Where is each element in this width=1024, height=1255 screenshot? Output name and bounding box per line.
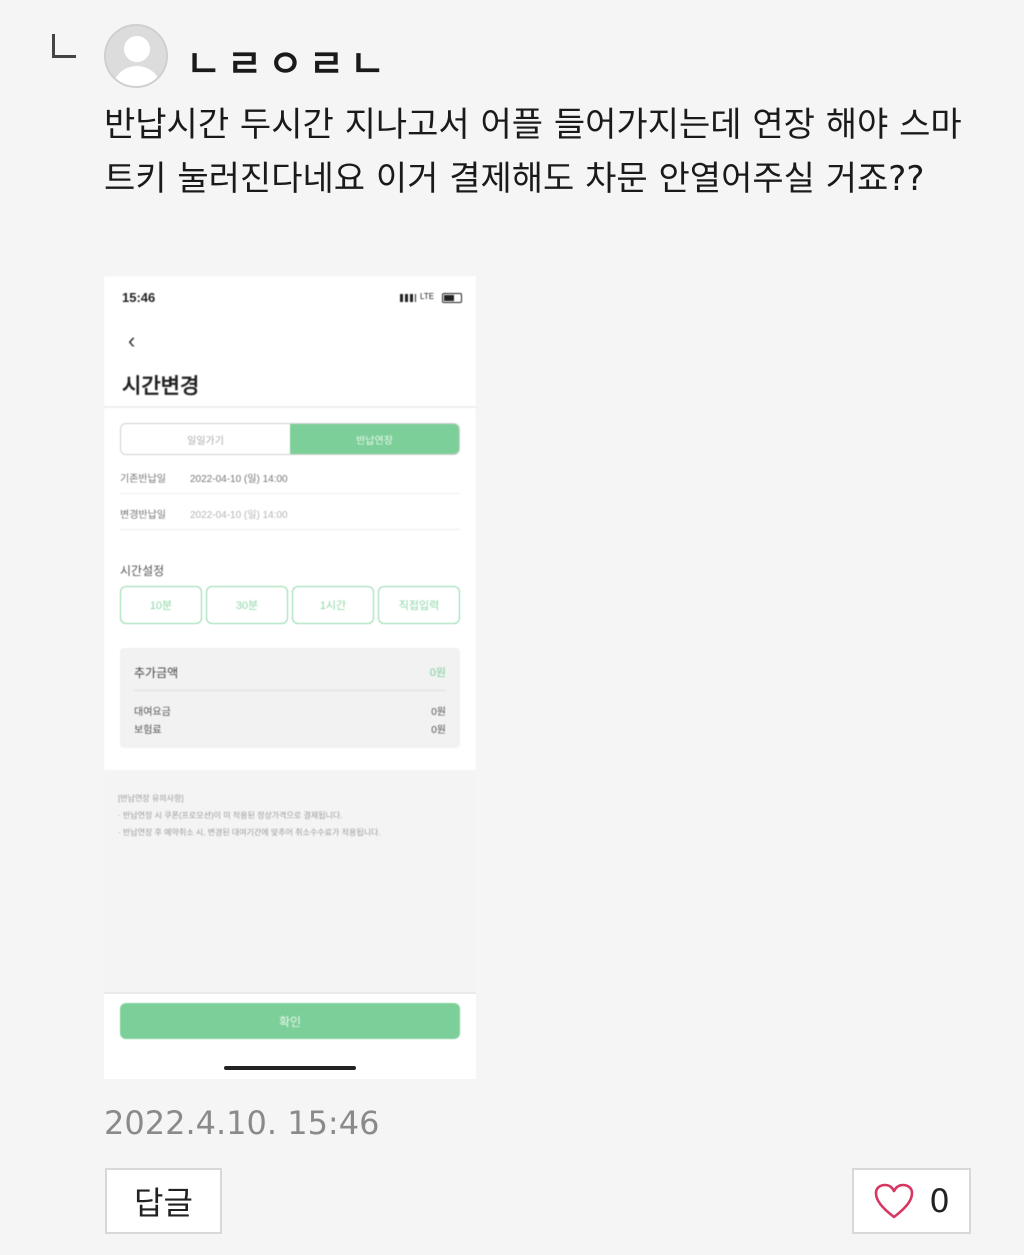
avatar-body-shape bbox=[112, 66, 162, 86]
fee-header-value: 0원 bbox=[429, 667, 446, 679]
time-section-label: 시간설정 bbox=[120, 564, 165, 578]
avatar-head-shape bbox=[124, 36, 150, 62]
fee-divider bbox=[134, 690, 446, 691]
notes-line: · 반납연장 후 예약취소 시, 변경된 대여기간에 맞추어 취소수수료가 적용… bbox=[118, 828, 381, 837]
notes-title: [반납연장 유의사항] bbox=[118, 794, 184, 803]
row-label: 기존반납일 bbox=[120, 474, 166, 485]
comment-timestamp: 2022.4.10. 15:46 bbox=[104, 1104, 380, 1142]
time-option-button: 30분 bbox=[206, 586, 288, 624]
chevron-left-icon: ‹ bbox=[128, 328, 136, 353]
reply-indent-icon bbox=[52, 34, 76, 58]
reply-button[interactable]: 답글 bbox=[105, 1168, 222, 1234]
status-indicators: LTE bbox=[398, 292, 462, 304]
row-value: 2022-04-10 (일) 14:00 bbox=[190, 474, 288, 485]
time-option-button: 1시간 bbox=[292, 586, 374, 624]
like-button[interactable]: 0 bbox=[852, 1168, 971, 1234]
segment-control: 일일가기 반납연장 bbox=[120, 423, 460, 455]
comment-nickname[interactable]: ㄴㄹㅇㄹㄴ bbox=[186, 33, 391, 88]
segment-option: 일일가기 bbox=[121, 424, 290, 454]
time-option-button: 직접입력 bbox=[378, 586, 460, 624]
network-label: LTE bbox=[420, 292, 435, 301]
screenshot-top-card: 15:46 LTE ‹ 시간변경 일일가기 반납연장 기존반납일 2022-04… bbox=[104, 276, 476, 770]
fee-header: 추가금액 bbox=[134, 666, 179, 680]
comment-text: 반납시간 두시간 지나고서 어플 들어가지는데 연장 해야 스마트키 눌러진다네… bbox=[104, 105, 962, 199]
fee-item-value: 0원 bbox=[431, 707, 446, 718]
screen-title: 시간변경 bbox=[122, 375, 200, 398]
divider bbox=[104, 406, 476, 408]
notes: [반납연장 유의사항] · 반납연장 시 쿠폰(프로모션)이 미 적용된 정상가… bbox=[118, 790, 468, 841]
attached-screenshot[interactable]: 15:46 LTE ‹ 시간변경 일일가기 반납연장 기존반납일 2022-04… bbox=[104, 276, 476, 1079]
fee-item-value: 0원 bbox=[431, 725, 446, 736]
time-option-button: 10분 bbox=[120, 586, 202, 624]
row-label: 변경반납일 bbox=[120, 510, 166, 521]
segment-option-selected: 반납연장 bbox=[290, 424, 459, 454]
like-count: 0 bbox=[929, 1182, 950, 1220]
confirm-button: 확인 bbox=[120, 1003, 460, 1039]
row-value: 2022-04-10 (일) 14:00 bbox=[190, 510, 288, 521]
status-time: 15:46 bbox=[122, 290, 156, 305]
heart-icon bbox=[875, 1183, 914, 1219]
signal-icon bbox=[400, 294, 416, 302]
home-indicator bbox=[224, 1066, 356, 1070]
fee-item-label: 대여요금 bbox=[134, 707, 171, 718]
fee-box: 추가금액 0원 대여요금 0원 보험료 0원 bbox=[120, 648, 460, 748]
battery-icon bbox=[442, 293, 462, 303]
screenshot-bottom-card: 확인 bbox=[104, 994, 476, 1079]
info-row: 기존반납일 2022-04-10 (일) 14:00 bbox=[120, 458, 460, 494]
notes-line: · 반납연장 시 쿠폰(프로모션)이 미 적용된 정상가격으로 결제됩니다. bbox=[118, 811, 343, 820]
info-row: 변경반납일 2022-04-10 (일) 14:00 bbox=[120, 494, 460, 530]
avatar[interactable] bbox=[104, 24, 168, 88]
fee-item-label: 보험료 bbox=[134, 725, 162, 736]
